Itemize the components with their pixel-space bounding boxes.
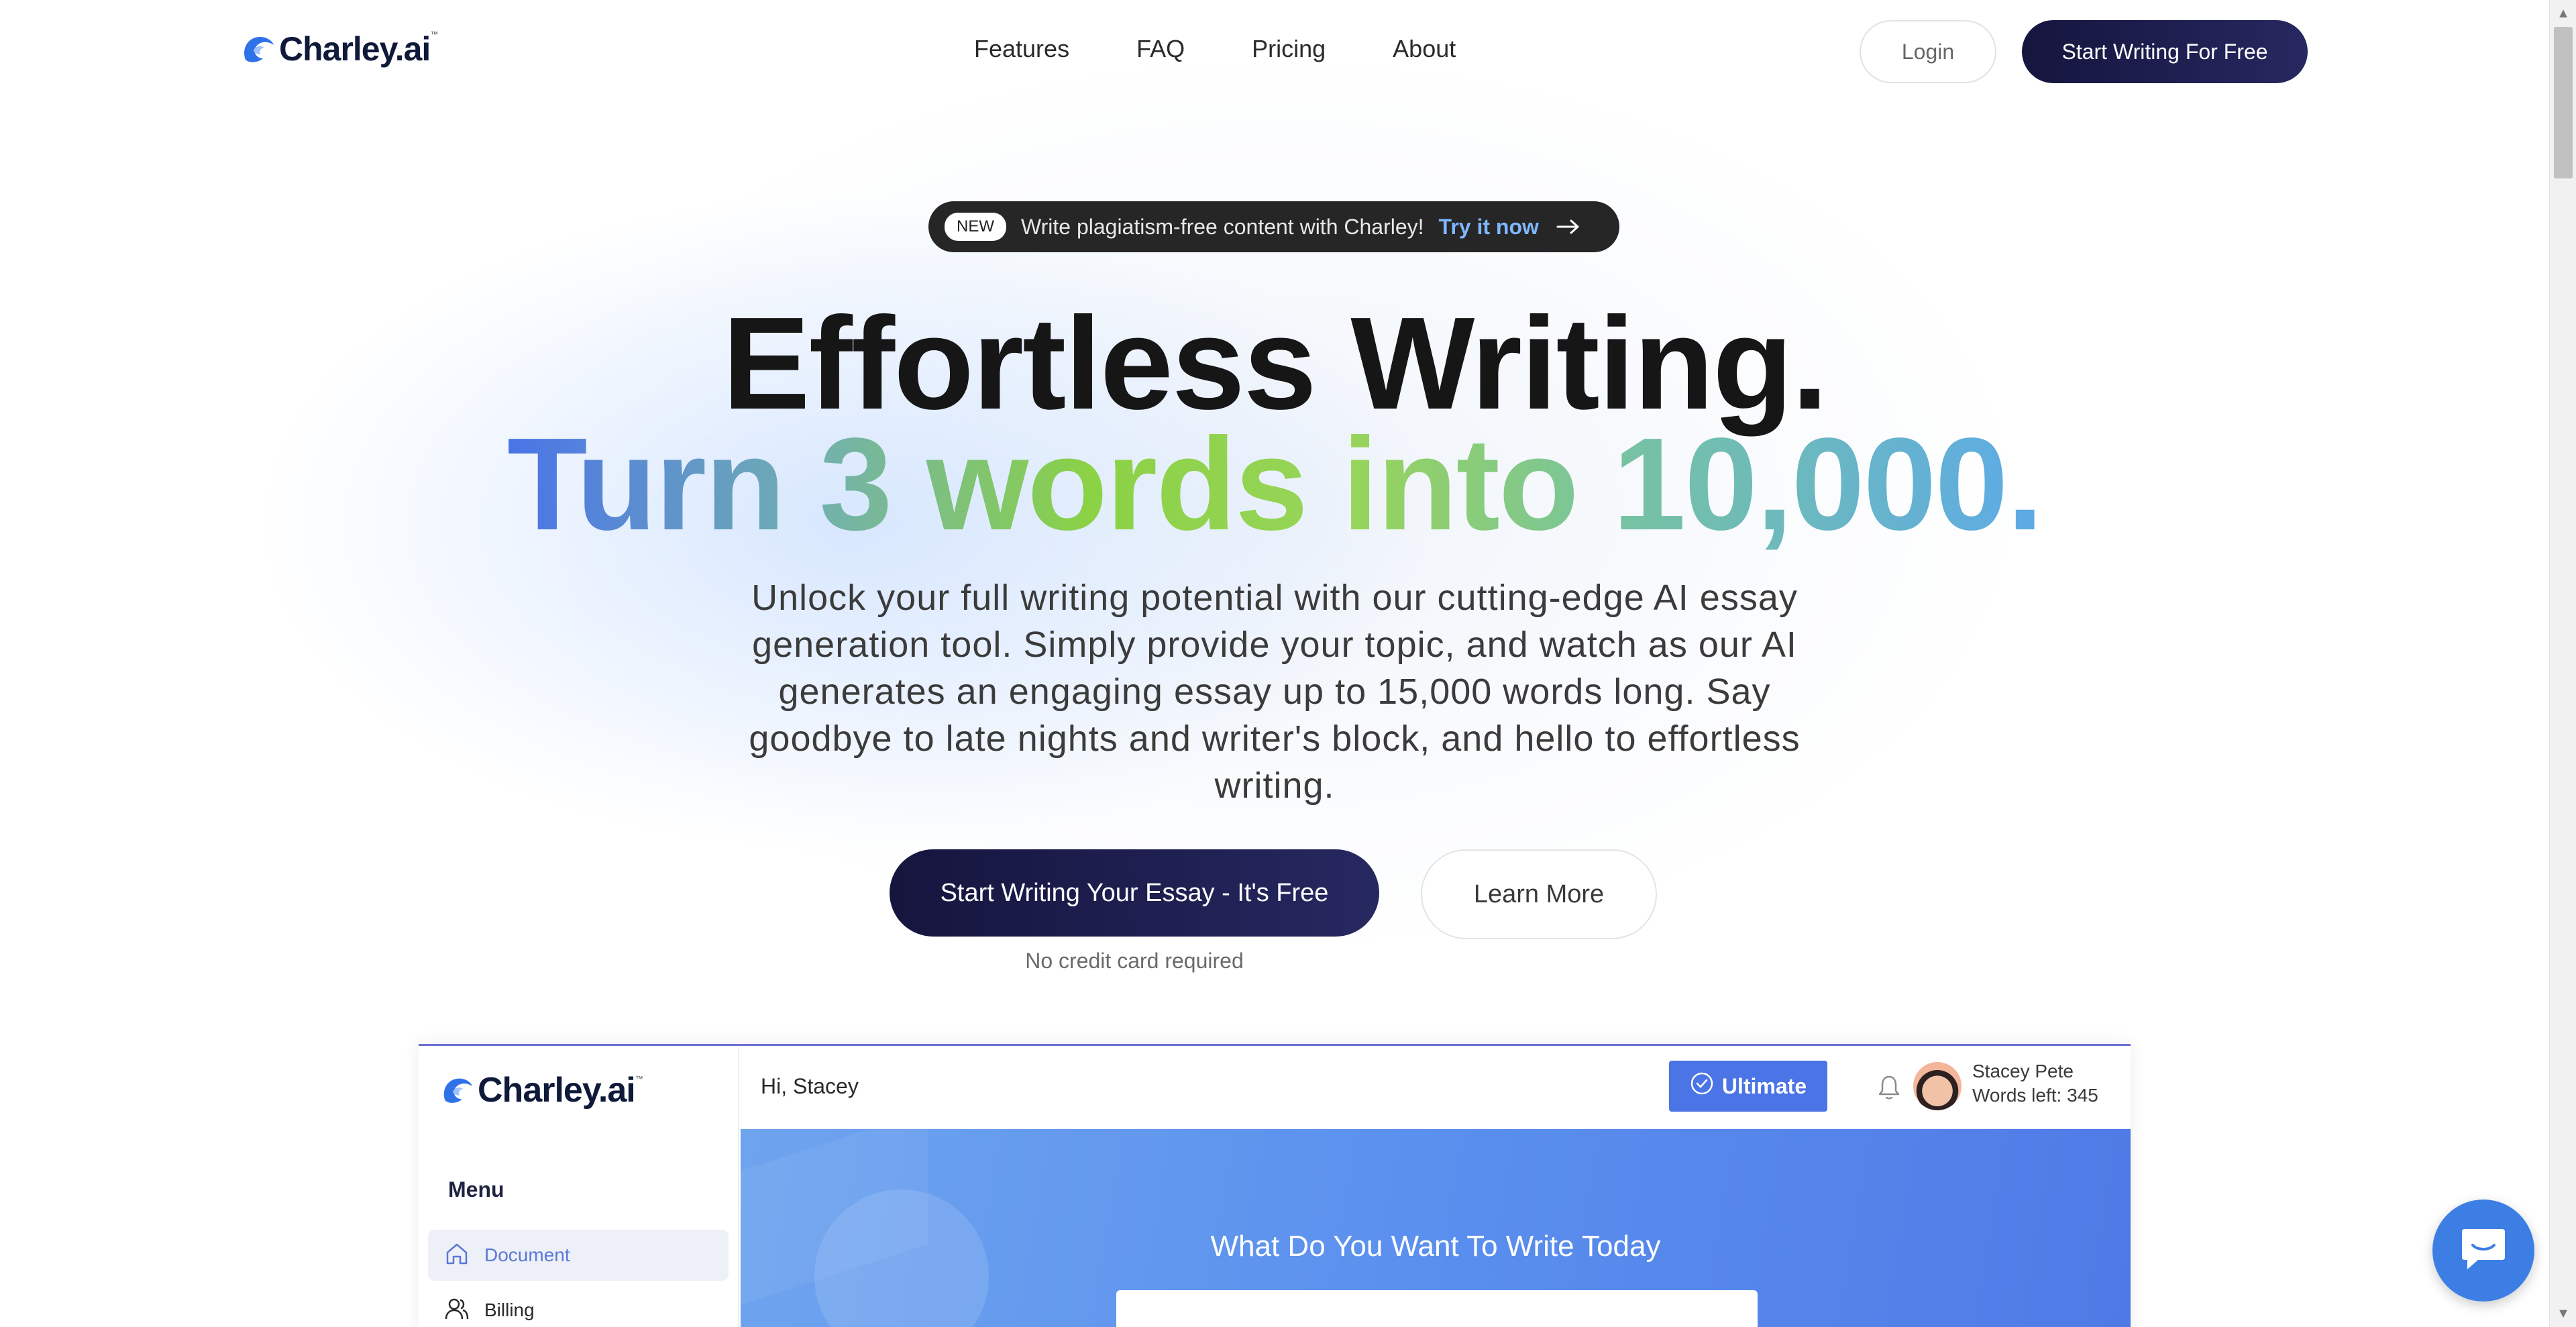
menu-item-document[interactable]: Document (428, 1230, 729, 1281)
no-credit-card-note: No credit card required (1025, 949, 1244, 973)
announcement-text: Write plagiatism-free content with Charl… (1021, 214, 1424, 239)
start-writing-essay-button[interactable]: Start Writing Your Essay - It's Free (890, 849, 1379, 937)
top-nav: Charley.ai ™ Features FAQ Pricing About … (0, 0, 2549, 102)
hero-gradient-text: Turn 3 words into 10,000. (506, 411, 2043, 558)
app-header: Hi, Stacey Ultimate Stacey Pete Words le… (741, 1046, 2131, 1129)
login-button[interactable]: Login (1860, 20, 1996, 83)
chat-widget-button[interactable] (2432, 1200, 2534, 1302)
app-brand-name: Charley.ai (478, 1071, 636, 1110)
nav-link-faq[interactable]: FAQ (1136, 35, 1185, 63)
menu-item-label: Billing (484, 1299, 535, 1320)
brand-name: Charley.ai (279, 30, 431, 68)
nav-link-pricing[interactable]: Pricing (1252, 35, 1326, 63)
bell-icon[interactable] (1874, 1073, 1904, 1102)
write-prompt-heading: What Do You Want To Write Today (1210, 1230, 1661, 1263)
learn-more-button[interactable]: Learn More (1421, 849, 1657, 939)
app-brand-tm: ™ (635, 1074, 643, 1083)
greeting: Hi, Stacey (761, 1074, 859, 1098)
nav-link-features[interactable]: Features (974, 35, 1069, 63)
words-left: Words left: 345 (1972, 1085, 2098, 1106)
ultimate-label: Ultimate (1721, 1073, 1807, 1098)
scroll-thumb[interactable] (2554, 27, 2573, 178)
scroll-up-arrow-icon[interactable]: ▲ (2550, 0, 2576, 27)
home-icon (444, 1241, 470, 1270)
arrow-right-icon (1556, 213, 1580, 242)
hero-headline-gradient: Turn 3 words into 10,000. (0, 411, 2549, 558)
nav-link-about[interactable]: About (1393, 35, 1456, 63)
avatar[interactable] (1913, 1062, 1962, 1110)
ultimate-plan-button[interactable]: Ultimate (1669, 1061, 1827, 1112)
app-preview: Charley.ai ™ Menu Document Billing Hi, S… (419, 1044, 2131, 1327)
nav-links: Features FAQ Pricing About (974, 35, 1456, 63)
new-badge: NEW (945, 213, 1006, 241)
chat-bubble-icon (2458, 1224, 2509, 1278)
app-brand-logo: Charley.ai ™ (439, 1070, 643, 1110)
announcement-banner[interactable]: NEW Write plagiatism-free content with C… (928, 201, 1619, 252)
start-writing-nav-button[interactable]: Start Writing For Free (2022, 20, 2308, 83)
check-circle-icon (1690, 1071, 1714, 1101)
scroll-down-arrow-icon[interactable]: ▼ (2550, 1300, 2576, 1327)
hero-subtitle: Unlock your full writing potential with … (749, 578, 1801, 806)
user-name: Stacey Pete (1972, 1061, 2074, 1081)
users-icon (444, 1296, 470, 1325)
app-hero-banner: What Do You Want To Write Today (741, 1129, 2131, 1327)
wave-logo-icon (239, 30, 276, 68)
try-it-now-link[interactable]: Try it now (1439, 215, 1539, 240)
menu-item-label: Document (484, 1244, 570, 1265)
brand-tm: ™ (430, 30, 439, 39)
landing-page: Charley.ai ™ Features FAQ Pricing About … (0, 0, 2549, 1327)
topic-input-card[interactable] (1116, 1290, 1758, 1327)
page-scrollbar[interactable]: ▲ ▼ (2549, 0, 2576, 1327)
brand-logo[interactable]: Charley.ai ™ (239, 25, 438, 72)
menu-item-billing[interactable]: Billing (428, 1285, 729, 1327)
wave-logo-icon (439, 1072, 475, 1108)
menu-title: Menu (448, 1177, 504, 1202)
app-sidebar: Charley.ai ™ Menu Document Billing (419, 1046, 739, 1327)
